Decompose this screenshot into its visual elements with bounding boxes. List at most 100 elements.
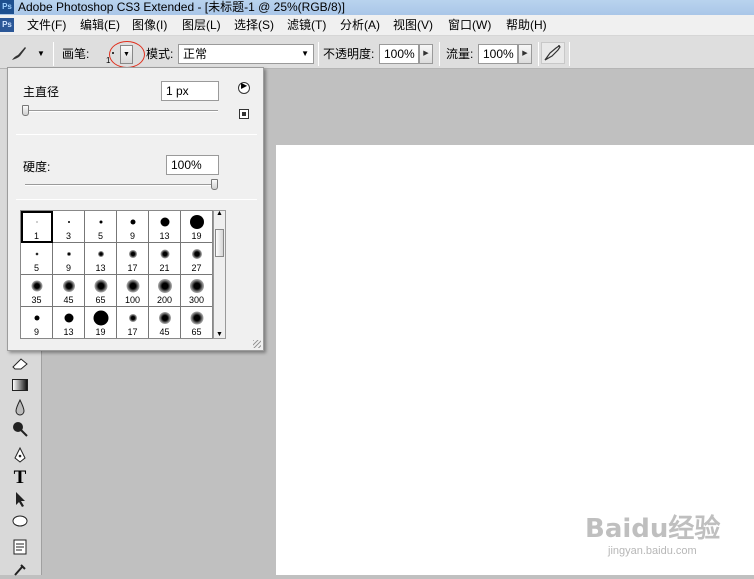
brush-tip-icon	[191, 249, 202, 259]
blur-tool-icon[interactable]	[8, 397, 32, 417]
scroll-down-icon[interactable]: ▼	[216, 331, 223, 338]
brush-tip-icon	[128, 250, 137, 258]
menu-window[interactable]: 窗口(W)	[448, 17, 491, 33]
brush-size-label: 65	[95, 295, 106, 305]
brush-preset[interactable]: 100	[117, 275, 149, 307]
brush-preset[interactable]: 17	[117, 243, 149, 275]
brush-label: 画笔:	[62, 47, 90, 61]
dodge-tool-icon[interactable]	[8, 419, 32, 439]
save-preset-icon[interactable]	[239, 109, 249, 119]
brush-tip-icon	[130, 219, 135, 225]
notes-tool-icon[interactable]	[8, 537, 32, 557]
chevron-down-icon: ▼	[37, 48, 45, 58]
brush-size-label: 5	[97, 231, 103, 241]
opacity-slider-button[interactable]: ▶	[419, 44, 433, 64]
brush-size-label: 17	[127, 263, 138, 273]
menu-image[interactable]: 图像(I)	[132, 17, 167, 33]
brush-preset[interactable]: 9	[53, 243, 85, 275]
brush-preset[interactable]: 9	[117, 211, 149, 243]
menu-help[interactable]: 帮助(H)	[506, 17, 547, 33]
brush-size-label: 19	[191, 231, 202, 241]
master-diameter-input[interactable]: 1 px	[161, 81, 219, 101]
brush-preset[interactable]: 45	[53, 275, 85, 307]
chevron-down-icon: ▼	[301, 49, 309, 58]
brush-preset[interactable]: 21	[149, 243, 181, 275]
brush-size-label: 27	[191, 263, 202, 273]
airbrush-icon[interactable]	[541, 42, 565, 64]
popup-menu-button[interactable]: ▶	[238, 81, 250, 94]
menu-file[interactable]: 文件(F)	[27, 17, 66, 33]
diameter-slider-thumb[interactable]	[22, 105, 29, 116]
menu-select[interactable]: 选择(S)	[234, 17, 274, 33]
opacity-label: 不透明度:	[323, 47, 375, 61]
watermark-url: jingyan.baidu.com	[608, 545, 697, 557]
flow-input[interactable]: 100%	[478, 44, 518, 64]
scroll-up-icon[interactable]: ▲	[216, 210, 223, 217]
brush-size-label: 35	[31, 295, 42, 305]
brush-size-label: 17	[127, 327, 138, 337]
brush-preset[interactable]: 65	[181, 307, 212, 338]
preset-scrollbar[interactable]: ▲ ▼	[213, 210, 226, 339]
opacity-input[interactable]: 100%	[379, 44, 419, 64]
menu-layer[interactable]: 图层(L)	[182, 17, 221, 33]
flow-slider-button[interactable]: ▶	[518, 44, 532, 64]
brush-tip-icon	[93, 310, 108, 326]
diameter-slider-track[interactable]	[25, 110, 218, 112]
flow-label: 流量:	[446, 47, 474, 61]
resize-grip-icon[interactable]	[253, 340, 261, 348]
brush-preset[interactable]: 1	[21, 211, 53, 243]
brush-preset[interactable]: 19	[85, 307, 117, 338]
brush-size-label: 13	[159, 231, 170, 241]
brush-preset[interactable]: 13	[149, 211, 181, 243]
triangle-right-icon: ▶	[241, 81, 248, 90]
brush-preset[interactable]: 9	[21, 307, 53, 338]
brush-preset[interactable]: 45	[149, 307, 181, 338]
brush-size-label: 45	[159, 327, 170, 337]
brush-tip-icon	[157, 279, 172, 293]
brush-preset[interactable]: 5	[21, 243, 53, 275]
eraser-tool-icon[interactable]	[8, 354, 32, 374]
app-menu-icon[interactable]: Ps	[0, 18, 14, 32]
brush-preset[interactable]: 27	[181, 243, 212, 275]
brush-preset[interactable]: 19	[181, 211, 212, 243]
path-selection-tool-icon[interactable]	[8, 489, 32, 509]
brush-tip-icon	[160, 249, 169, 259]
brush-preset[interactable]: 17	[117, 307, 149, 338]
mode-value: 正常	[183, 47, 208, 61]
brush-preset[interactable]: 3	[53, 211, 85, 243]
window-title: Adobe Photoshop CS3 Extended - [未标题-1 @ …	[18, 0, 346, 14]
watermark-logo: Baidu经验	[585, 514, 721, 544]
brush-preset[interactable]: 35	[21, 275, 53, 307]
mode-select[interactable]: 正常 ▼	[178, 44, 314, 64]
app-icon: Ps	[0, 0, 14, 14]
brush-size-label: 21	[159, 263, 170, 273]
brush-tip-icon	[190, 311, 203, 325]
brush-tip-icon	[36, 221, 37, 223]
pen-tool-icon[interactable]	[8, 445, 32, 465]
title-bar: Ps Adobe Photoshop CS3 Extended - [未标题-1…	[0, 0, 754, 15]
brush-preset[interactable]: 300	[181, 275, 212, 307]
menu-analysis[interactable]: 分析(A)	[340, 17, 380, 33]
scroll-thumb[interactable]	[215, 229, 224, 257]
tool-preset-picker[interactable]: ▼	[9, 43, 49, 63]
brush-preset[interactable]: 65	[85, 275, 117, 307]
type-tool-icon[interactable]: T	[8, 467, 32, 487]
shape-tool-icon[interactable]	[8, 511, 32, 531]
menu-view[interactable]: 视图(V)	[393, 17, 433, 33]
menu-filter[interactable]: 滤镜(T)	[287, 17, 326, 33]
gradient-tool-icon[interactable]	[8, 375, 32, 395]
triangle-right-icon: ▶	[522, 50, 528, 57]
brush-size-label: 13	[95, 263, 106, 273]
brush-size-label: 13	[63, 327, 74, 337]
brush-preset[interactable]: 13	[53, 307, 85, 338]
brush-preset[interactable]: 200	[149, 275, 181, 307]
brush-preset[interactable]: 5	[85, 211, 117, 243]
hardness-slider-track[interactable]	[25, 184, 218, 186]
hardness-input[interactable]: 100%	[166, 155, 219, 175]
eyedropper-tool-icon[interactable]	[8, 559, 32, 579]
hardness-slider-thumb[interactable]	[211, 179, 218, 190]
brush-preset[interactable]: 13	[85, 243, 117, 275]
divider	[16, 199, 257, 200]
menu-edit[interactable]: 编辑(E)	[80, 17, 120, 33]
brush-tip-icon	[160, 217, 169, 227]
